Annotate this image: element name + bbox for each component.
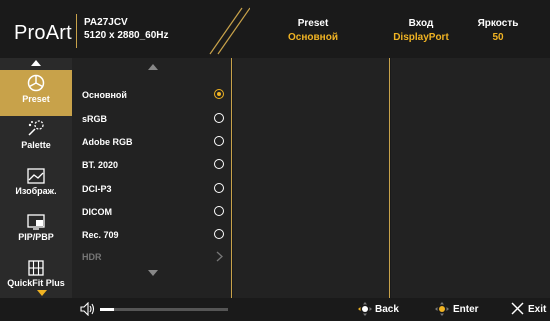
sidebar-item-label: QuickFit Plus xyxy=(7,278,65,288)
submenu-panel xyxy=(233,58,390,298)
radio-icon xyxy=(214,136,224,146)
option-label: BT. 2020 xyxy=(82,160,119,170)
preset-option-standard[interactable]: Основной xyxy=(82,87,232,103)
image-icon xyxy=(27,168,45,184)
preset-option-rec709[interactable]: Rec. 709 xyxy=(82,227,232,243)
detail-panel xyxy=(391,58,550,298)
exit-button[interactable]: Exit xyxy=(528,304,546,315)
option-label: Adobe RGB xyxy=(82,137,133,147)
sidebar-scroll-up-icon[interactable] xyxy=(31,60,41,67)
sidebar-item-preset[interactable]: Preset xyxy=(0,70,72,116)
sidebar-item-palette[interactable]: Palette xyxy=(0,120,72,162)
header-bar xyxy=(0,0,550,58)
option-label: DICOM xyxy=(82,207,112,217)
radio-icon xyxy=(214,206,224,216)
preset-option-srgb[interactable]: sRGB xyxy=(82,111,232,127)
volume-icon xyxy=(80,302,95,316)
sidebar-item-pip[interactable]: PIP/PBP xyxy=(0,214,72,254)
radio-icon xyxy=(214,183,224,193)
header-slash-decoration xyxy=(209,7,250,55)
sidebar-item-label: Preset xyxy=(22,94,50,104)
enter-button[interactable]: Enter xyxy=(453,304,479,315)
pip-icon xyxy=(27,214,45,230)
radio-icon xyxy=(214,229,224,239)
resolution-info: 5120 x 2880_60Hz xyxy=(84,30,169,41)
status-brightness-value: 50 xyxy=(492,32,504,43)
preset-option-dci-p3[interactable]: DCI-P3 xyxy=(82,181,232,197)
option-label: Rec. 709 xyxy=(82,230,119,240)
status-preset-label: Preset xyxy=(297,18,329,29)
option-label: DCI-P3 xyxy=(82,184,112,194)
palette-icon xyxy=(28,120,44,136)
option-label: sRGB xyxy=(82,114,108,124)
list-scroll-down-icon[interactable] xyxy=(148,270,158,277)
radio-icon xyxy=(214,159,224,169)
proart-logo: ProArt xyxy=(14,22,72,44)
radio-selected-icon xyxy=(214,89,224,99)
radio-icon xyxy=(214,113,224,123)
preset-icon xyxy=(27,74,45,92)
model-name: PA27JCV xyxy=(84,17,128,28)
quickfit-icon xyxy=(28,260,44,276)
chevron-right-icon xyxy=(216,251,223,262)
sidebar-item-image[interactable]: Изображ. xyxy=(0,168,72,208)
close-icon xyxy=(511,302,524,315)
sidebar-item-label: PIP/PBP xyxy=(18,232,54,242)
preset-option-hdr[interactable]: HDR xyxy=(82,249,232,265)
volume-slider[interactable] xyxy=(100,308,228,311)
option-label: Основной xyxy=(82,90,127,100)
sidebar-item-quickfit[interactable]: QuickFit Plus xyxy=(0,260,72,296)
joystick-left-icon xyxy=(358,302,372,316)
sidebar-item-label: Palette xyxy=(21,140,51,150)
status-brightness-label: Яркость xyxy=(477,18,519,29)
volume-slider-fill xyxy=(100,308,114,311)
joystick-press-icon xyxy=(435,302,449,316)
list-scroll-up-icon[interactable] xyxy=(148,64,158,71)
back-button[interactable]: Back xyxy=(375,304,399,315)
header-divider xyxy=(76,14,77,48)
sidebar-scroll-down-icon[interactable] xyxy=(37,290,47,297)
preset-option-adobe-rgb[interactable]: Adobe RGB xyxy=(82,134,232,150)
sidebar-item-label: Изображ. xyxy=(15,186,57,196)
status-preset-value: Основной xyxy=(288,32,338,43)
option-label: HDR xyxy=(82,252,102,262)
preset-option-bt2020[interactable]: BT. 2020 xyxy=(82,157,232,173)
preset-option-dicom[interactable]: DICOM xyxy=(82,204,232,220)
